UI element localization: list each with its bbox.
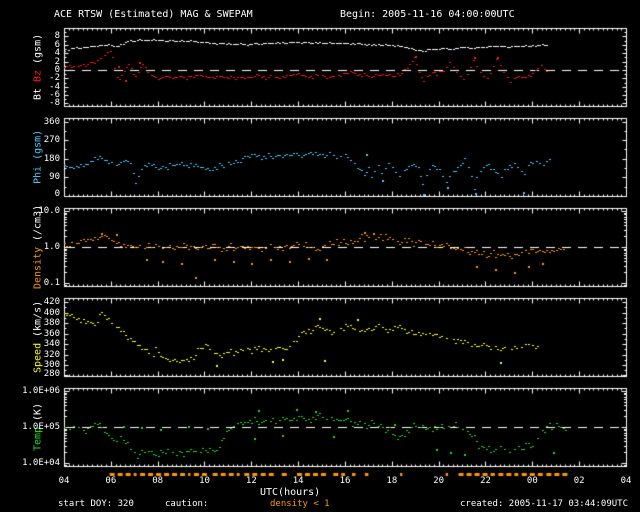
y-axis-label-bt-bz: Bt Bz (gsm) — [30, 28, 46, 106]
y-tick-label-speed: 420 — [43, 297, 60, 308]
start-doy-text: start DOY: 320 — [58, 499, 134, 509]
y-tick-label-density: 1.0 — [43, 241, 60, 252]
bz-label: Bz — [32, 70, 44, 83]
density-warning-text: density < 1 — [270, 499, 330, 509]
density-label: Density — [32, 240, 44, 290]
created-timestamp: created: 2005-11-17 03:44:09UTC — [460, 499, 628, 509]
y-tick-label-speed: 280 — [43, 369, 60, 379]
caution-text: caution: — [165, 499, 209, 509]
x-tick-label: 22 — [480, 476, 491, 486]
x-tick-label: 20 — [433, 476, 445, 486]
begin-timestamp: Begin: 2005-11-16 04:00:00UTC — [340, 9, 515, 20]
y-tick-label-phi: 0 — [54, 189, 60, 199]
phi-label: Phi (gsm) — [32, 129, 44, 185]
kms-unit-label: (km/s) — [32, 300, 44, 337]
x-tick-label: 02 — [573, 476, 585, 486]
x-tick-label: 14 — [292, 476, 304, 486]
x-tick-label: 04 — [58, 476, 70, 486]
y-tick-label-speed: 380 — [43, 318, 60, 329]
chart-canvas — [0, 0, 640, 512]
y-tick-label-temp: 1.0E+05 — [22, 421, 60, 432]
bt-label: Bt — [32, 82, 44, 101]
speed-label: Speed — [32, 337, 44, 374]
y-tick-label-phi: 90 — [49, 172, 60, 183]
y-tick-label-speed: 320 — [43, 349, 60, 360]
y-tick-label-phi: 360 — [43, 116, 60, 127]
kelvin-unit-label: (K) — [32, 402, 44, 421]
y-tick-label-density: 10.0 — [38, 206, 60, 216]
x-tick-label: 18 — [386, 476, 398, 486]
y-tick-label-temp: 1.0E+06 — [22, 386, 60, 396]
x-tick-label: 08 — [152, 476, 164, 486]
gsm-unit-label: (gsm) — [32, 33, 44, 71]
x-axis-title: UTC(hours) — [260, 487, 321, 498]
y-tick-label-speed: 340 — [43, 339, 60, 350]
y-tick-label-phi: 270 — [43, 135, 60, 146]
y-tick-label-temp: 1.0E+04 — [22, 457, 60, 468]
page-title: ACE RTSW (Estimated) MAG & SWEPAM — [54, 9, 253, 20]
x-tick-label: 04 — [620, 476, 632, 486]
y-tick-label-bt_bz: -8 — [49, 98, 60, 109]
x-tick-label: 12 — [245, 476, 257, 486]
ace-rtsw-plot: ACE RTSW (Estimated) MAG & SWEPAM Begin:… — [0, 0, 640, 512]
y-tick-label-speed: 360 — [43, 328, 60, 339]
x-tick-label: 06 — [105, 476, 117, 486]
x-tick-label: 16 — [339, 476, 351, 486]
y-tick-label-speed: 400 — [43, 307, 60, 318]
y-tick-label-phi: 180 — [43, 153, 60, 164]
x-tick-label: 10 — [199, 476, 210, 486]
x-tick-label: 00 — [526, 476, 538, 486]
y-tick-label-density: 0.1 — [43, 278, 60, 288]
